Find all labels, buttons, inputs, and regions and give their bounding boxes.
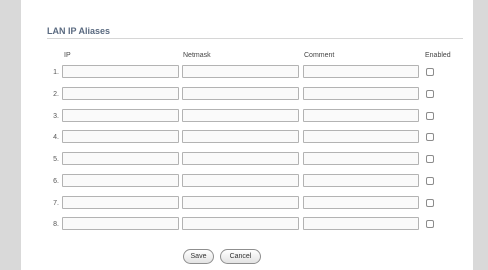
comment-field[interactable] (303, 130, 419, 148)
netmask-field[interactable] (182, 196, 299, 214)
row-number: 8. (53, 221, 59, 228)
enabled-checkbox[interactable] (426, 155, 434, 163)
comment-input[interactable] (304, 224, 418, 235)
netmask-input[interactable] (183, 224, 298, 235)
ip-field[interactable] (62, 109, 179, 127)
comment-field[interactable] (303, 152, 419, 170)
comment-input[interactable] (304, 116, 418, 127)
ip-field[interactable] (62, 217, 179, 235)
netmask-field[interactable] (182, 174, 299, 192)
ip-input[interactable] (63, 181, 178, 192)
enabled-checkbox[interactable] (426, 199, 434, 207)
ip-field[interactable] (62, 174, 179, 192)
netmask-field[interactable] (182, 65, 299, 83)
section-title: LAN IP Aliases (47, 26, 111, 36)
enabled-checkbox[interactable] (426, 133, 434, 141)
netmask-input[interactable] (183, 72, 298, 83)
netmask-input[interactable] (183, 203, 298, 214)
enabled-checkbox[interactable] (426, 220, 434, 228)
row-number: 7. (53, 200, 59, 207)
ip-input[interactable] (63, 94, 178, 105)
netmask-input[interactable] (183, 116, 298, 127)
comment-field[interactable] (303, 87, 419, 105)
comment-input[interactable] (304, 203, 418, 214)
comment-field[interactable] (303, 109, 419, 127)
comment-input[interactable] (304, 159, 418, 170)
ip-input[interactable] (63, 137, 178, 148)
enabled-checkbox[interactable] (426, 90, 434, 98)
comment-field[interactable] (303, 196, 419, 214)
ip-field[interactable] (62, 130, 179, 148)
column-header-netmask: Netmask (183, 52, 211, 59)
ip-field[interactable] (62, 65, 179, 83)
comment-field[interactable] (303, 174, 419, 192)
netmask-input[interactable] (183, 159, 298, 170)
ip-input[interactable] (63, 203, 178, 214)
row-number: 5. (53, 156, 59, 163)
comment-input[interactable] (304, 181, 418, 192)
row-number: 3. (53, 113, 59, 120)
title-divider (47, 38, 463, 39)
netmask-field[interactable] (182, 87, 299, 105)
cancel-button[interactable]: Cancel (220, 249, 261, 264)
netmask-input[interactable] (183, 94, 298, 105)
comment-input[interactable] (304, 137, 418, 148)
ip-input[interactable] (63, 116, 178, 127)
enabled-checkbox[interactable] (426, 68, 434, 76)
comment-input[interactable] (304, 94, 418, 105)
comment-field[interactable] (303, 217, 419, 235)
netmask-input[interactable] (183, 137, 298, 148)
lan-ip-aliases-panel: LAN IP Aliases IP Netmask Comment Enable… (21, 0, 473, 270)
enabled-checkbox[interactable] (426, 177, 434, 185)
row-number: 6. (53, 178, 59, 185)
ip-field[interactable] (62, 196, 179, 214)
save-button[interactable]: Save (183, 249, 214, 264)
netmask-field[interactable] (182, 130, 299, 148)
comment-input[interactable] (304, 72, 418, 83)
row-number: 4. (53, 134, 59, 141)
enabled-checkbox[interactable] (426, 112, 434, 120)
comment-field[interactable] (303, 65, 419, 83)
netmask-field[interactable] (182, 217, 299, 235)
row-number: 2. (53, 91, 59, 98)
column-header-enabled: Enabled (425, 52, 451, 59)
netmask-field[interactable] (182, 152, 299, 170)
ip-field[interactable] (62, 152, 179, 170)
ip-input[interactable] (63, 72, 178, 83)
column-header-comment: Comment (304, 52, 335, 59)
ip-field[interactable] (62, 87, 179, 105)
netmask-input[interactable] (183, 181, 298, 192)
ip-input[interactable] (63, 159, 178, 170)
ip-input[interactable] (63, 224, 178, 235)
column-header-ip: IP (64, 52, 71, 59)
netmask-field[interactable] (182, 109, 299, 127)
row-number: 1. (53, 69, 59, 76)
